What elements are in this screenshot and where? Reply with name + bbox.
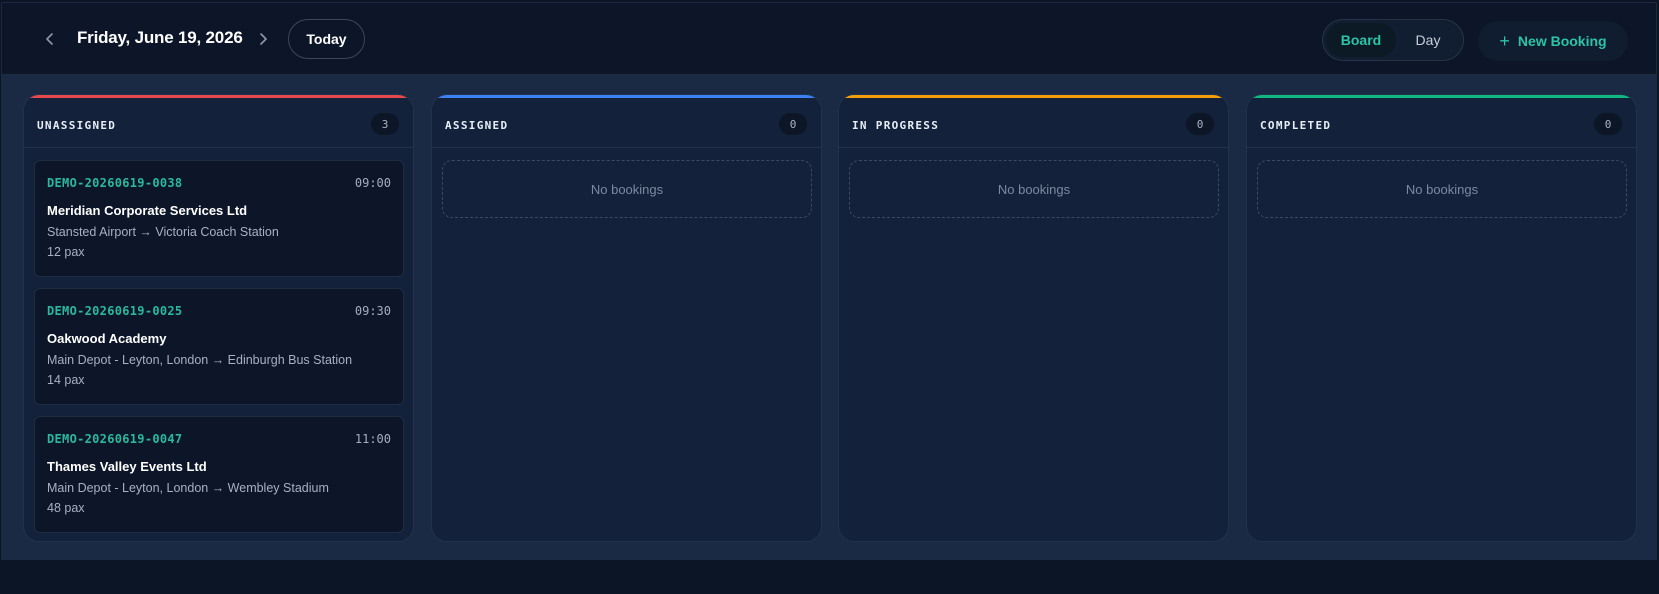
- column-title: ASSIGNED: [445, 119, 509, 132]
- column-title: IN PROGRESS: [852, 119, 940, 132]
- column-count-badge: 0: [1594, 113, 1622, 135]
- column-unassigned: UNASSIGNED 3 DEMO-20260619-0038 09:00 Me…: [23, 94, 414, 542]
- column-count-badge: 0: [1186, 113, 1214, 135]
- column-in-progress: IN PROGRESS 0 No bookings: [838, 94, 1229, 542]
- booking-pax: 14 pax: [47, 373, 85, 387]
- booking-ref: DEMO-20260619-0038: [47, 176, 183, 190]
- prev-day-button[interactable]: [36, 25, 64, 53]
- next-day-button[interactable]: [249, 25, 277, 53]
- today-button[interactable]: Today: [288, 19, 365, 59]
- column-header: UNASSIGNED 3: [24, 95, 413, 148]
- column-completed: COMPLETED 0 No bookings: [1246, 94, 1637, 542]
- booking-client: Thames Valley Events Ltd: [47, 459, 207, 474]
- column-title: COMPLETED: [1260, 119, 1332, 132]
- new-booking-label: New Booking: [1517, 33, 1607, 49]
- booking-ref: DEMO-20260619-0047: [47, 432, 183, 446]
- chevron-left-icon: [46, 33, 53, 45]
- empty-state: No bookings: [442, 160, 812, 218]
- booking-client: Oakwood Academy: [47, 331, 167, 346]
- empty-state: No bookings: [1257, 160, 1627, 218]
- top-bar: Friday, June 19, 2026 Today Board Day + …: [2, 3, 1656, 75]
- app-frame: Friday, June 19, 2026 Today Board Day + …: [1, 2, 1657, 562]
- column-title: UNASSIGNED: [37, 119, 117, 132]
- empty-state: No bookings: [849, 160, 1219, 218]
- column-header: IN PROGRESS 0: [839, 95, 1228, 148]
- booking-pax: 12 pax: [47, 245, 85, 259]
- column-assigned: ASSIGNED 0 No bookings: [431, 94, 822, 542]
- current-date: Friday, June 19, 2026: [77, 28, 243, 47]
- booking-card[interactable]: DEMO-20260619-0038 09:00 Meridian Corpor…: [34, 160, 404, 277]
- booking-time: 11:00: [354, 432, 391, 446]
- new-booking-button[interactable]: + New Booking: [1478, 21, 1628, 61]
- booking-time: 09:30: [354, 304, 391, 318]
- booking-client: Meridian Corporate Services Ltd: [47, 203, 248, 218]
- page-footer-area: [0, 560, 1659, 594]
- column-header: COMPLETED 0: [1247, 95, 1636, 148]
- booking-route: Main Depot - Leyton, London → Edinburgh …: [47, 353, 353, 367]
- chevron-right-icon: [260, 33, 267, 45]
- day-view-tab[interactable]: Day: [1396, 23, 1460, 57]
- booking-pax: 48 pax: [47, 501, 85, 515]
- view-toggle: Board Day: [1322, 19, 1464, 61]
- column-count-badge: 0: [779, 113, 807, 135]
- booking-ref: DEMO-20260619-0025: [47, 304, 183, 318]
- column-count-badge: 3: [371, 113, 399, 135]
- column-header: ASSIGNED 0: [432, 95, 821, 148]
- booking-card[interactable]: DEMO-20260619-0047 11:00 Thames Valley E…: [34, 416, 404, 533]
- plus-icon: +: [1499, 31, 1510, 51]
- booking-route: Main Depot - Leyton, London → Wembley St…: [47, 481, 329, 495]
- board-view-tab[interactable]: Board: [1326, 23, 1396, 57]
- booking-card[interactable]: DEMO-20260619-0025 09:30 Oakwood Academy…: [34, 288, 404, 405]
- booking-time: 09:00: [354, 176, 391, 190]
- booking-route: Stansted Airport → Victoria Coach Statio…: [47, 225, 279, 239]
